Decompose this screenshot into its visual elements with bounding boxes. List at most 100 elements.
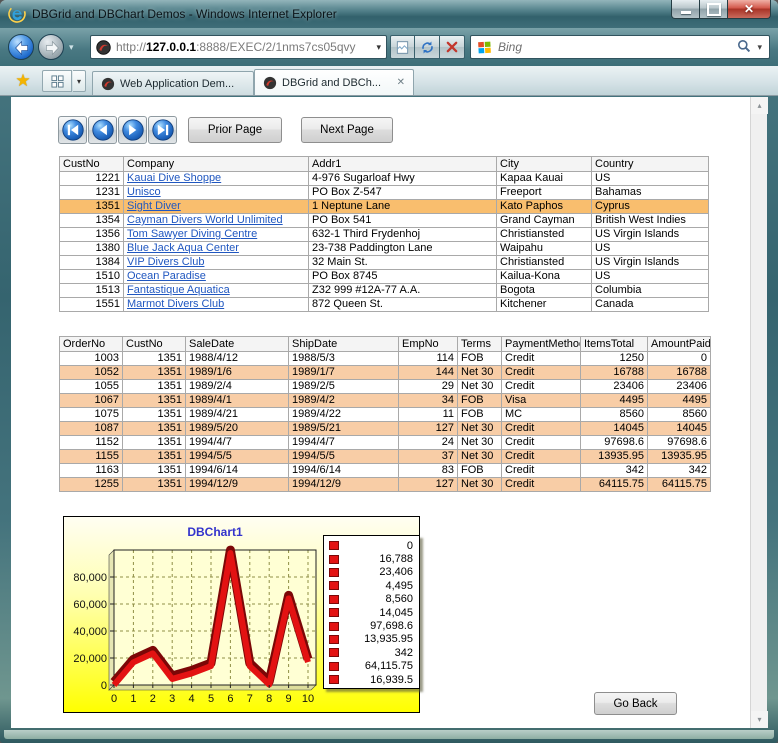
orders-column-header: AmountPaid [648, 337, 711, 352]
svg-text:7: 7 [247, 693, 253, 705]
stop-button[interactable] [440, 35, 465, 59]
svg-text:4: 4 [189, 693, 195, 705]
svg-text:10: 10 [302, 693, 314, 705]
tab-list-caret[interactable] [73, 70, 86, 92]
search-icon[interactable] [736, 38, 752, 57]
go-back-button[interactable]: Go Back [594, 692, 677, 715]
tab-close-icon[interactable] [391, 77, 405, 88]
table-row[interactable]: 1384VIP Divers Club32 Main St.Christians… [60, 256, 709, 270]
quick-tabs-button[interactable] [42, 70, 72, 92]
scroll-down-arrow-icon[interactable] [751, 711, 768, 728]
legend-value: 0 [407, 540, 413, 552]
bing-provider-icon [477, 40, 492, 55]
tab-favicon [263, 76, 277, 90]
last-record-button[interactable] [148, 116, 177, 144]
orders-column-header: Terms [458, 337, 502, 352]
tab-label: DBGrid and DBCh... [282, 77, 381, 89]
table-row[interactable]: 107513511989/4/211989/4/2211FOBMC8560856… [60, 408, 711, 422]
table-row[interactable]: 1513Fantastique AquaticaZ32 999 #12A-77 … [60, 284, 709, 298]
window-title: DBGrid and DBChart Demos - Windows Inter… [32, 7, 337, 21]
restore-button[interactable] [700, 0, 728, 19]
legend-swatch-icon [329, 608, 339, 617]
prior-page-button[interactable]: Prior Page [188, 117, 282, 143]
orders-column-header: CustNo [123, 337, 186, 352]
legend-item: 4,495 [324, 579, 419, 592]
customers-column-header: Company [124, 157, 309, 172]
table-row[interactable]: 115513511994/5/51994/5/537Net 30Credit13… [60, 450, 711, 464]
company-link[interactable]: Sight Diver [127, 200, 181, 212]
svg-text:3: 3 [169, 693, 175, 705]
company-link[interactable]: Marmot Divers Club [127, 298, 224, 310]
site-favicon [96, 40, 111, 55]
vertical-scrollbar[interactable] [750, 97, 767, 728]
company-link[interactable]: Fantastique Aquatica [127, 284, 230, 296]
address-bar: http://127.0.0.1:8888/EXEC/2/1nms7cs05qv… [0, 28, 778, 66]
legend-value: 4,495 [385, 580, 413, 592]
table-row[interactable]: 1551Marmot Divers Club872 Queen St.Kitch… [60, 298, 709, 312]
search-options-caret[interactable] [757, 42, 762, 53]
table-row[interactable]: 1354Cayman Divers World UnlimitedPO Box … [60, 214, 709, 228]
legend-swatch-icon [329, 581, 339, 590]
url-field[interactable]: http://127.0.0.1:8888/EXEC/2/1nms7cs05qv… [90, 35, 387, 59]
next-page-button[interactable]: Next Page [301, 117, 393, 143]
table-row[interactable]: 1351Sight Diver1 Neptune LaneKato Paphos… [60, 200, 709, 214]
svg-text:0: 0 [111, 693, 117, 705]
tab-bar: Web Application Dem... DBGrid and DBCh..… [0, 66, 778, 96]
table-row[interactable]: 116313511994/6/141994/6/1483FOBCredit342… [60, 464, 711, 478]
legend-swatch-icon [329, 622, 339, 631]
tab-dbgrid-dbchart[interactable]: DBGrid and DBCh... [254, 69, 414, 95]
title-bar: DBGrid and DBChart Demos - Windows Inter… [0, 0, 778, 28]
tab-web-application-demos[interactable]: Web Application Dem... [92, 71, 254, 95]
table-row[interactable]: 100313511988/4/121988/5/3114FOBCredit125… [60, 352, 711, 366]
back-button[interactable] [8, 34, 34, 60]
company-link[interactable]: VIP Divers Club [127, 256, 204, 268]
table-row[interactable]: 105213511989/1/61989/1/7144Net 30Credit1… [60, 366, 711, 380]
company-link[interactable]: Kauai Dive Shoppe [127, 172, 221, 184]
svg-text:80,000: 80,000 [73, 572, 107, 584]
minimize-button[interactable] [671, 0, 700, 19]
recent-pages-caret[interactable] [69, 42, 74, 53]
customers-grid: CustNoCompanyAddr1CityCountry 1221Kauai … [59, 156, 709, 312]
table-row[interactable]: 108713511989/5/201989/5/21127Net 30Credi… [60, 422, 711, 436]
legend-swatch-icon [329, 541, 339, 550]
prior-record-button[interactable] [88, 116, 117, 144]
table-row[interactable]: 1510Ocean ParadisePO Box 8745Kailua-Kona… [60, 270, 709, 284]
scroll-up-arrow-icon[interactable] [751, 97, 768, 114]
company-link[interactable]: Tom Sawyer Diving Centre [127, 228, 257, 240]
next-record-button[interactable] [118, 116, 147, 144]
company-link[interactable]: Ocean Paradise [127, 270, 206, 282]
url-dropdown-caret[interactable] [376, 42, 381, 53]
company-link[interactable]: Blue Jack Aqua Center [127, 242, 239, 254]
table-row[interactable]: 1380Blue Jack Aqua Center23-738 Paddingt… [60, 242, 709, 256]
table-row[interactable]: 115213511994/4/71994/4/724Net 30Credit97… [60, 436, 711, 450]
close-button[interactable] [728, 0, 771, 19]
svg-text:8: 8 [266, 693, 272, 705]
table-row[interactable]: 125513511994/12/91994/12/9127Net 30Credi… [60, 478, 711, 492]
svg-text:1: 1 [130, 693, 136, 705]
url-path: :8888/EXEC/2/1nms7cs05qvy [196, 40, 355, 54]
page-content: Prior Page Next Page CustNoCompanyAddr1C… [11, 97, 750, 728]
first-record-button[interactable] [58, 116, 87, 144]
table-row[interactable]: 1221Kauai Dive Shoppe4-976 Sugarloaf Hwy… [60, 172, 709, 186]
refresh-button[interactable] [415, 35, 440, 59]
search-placeholder: Bing [498, 40, 522, 54]
favorites-button[interactable] [10, 69, 36, 93]
browser-window: DBGrid and DBChart Demos - Windows Inter… [0, 0, 778, 743]
table-row[interactable]: 106713511989/4/11989/4/234FOBVisa4495449… [60, 394, 711, 408]
company-link[interactable]: Unisco [127, 186, 161, 198]
orders-column-header: EmpNo [399, 337, 458, 352]
chart-legend: 016,78823,4064,4958,56014,04597,698.613,… [323, 535, 420, 689]
table-row[interactable]: 1356Tom Sawyer Diving Centre632-1 Third … [60, 228, 709, 242]
legend-swatch-icon [329, 675, 339, 684]
table-row[interactable]: 1231UniscoPO Box Z-547FreeportBahamas [60, 186, 709, 200]
search-box[interactable]: Bing [470, 35, 770, 59]
url-host: 127.0.0.1 [146, 40, 196, 54]
ie-logo-icon [8, 5, 26, 23]
table-row[interactable]: 105513511989/2/41989/2/529Net 30Credit23… [60, 380, 711, 394]
legend-value: 14,045 [379, 607, 413, 619]
compatibility-view-button[interactable] [390, 35, 415, 59]
legend-item: 8,560 [324, 593, 419, 606]
company-link[interactable]: Cayman Divers World Unlimited [127, 214, 283, 226]
forward-button-disabled[interactable] [38, 34, 64, 60]
dbchart: DBChart1 020,00040,00060,00080,000012345… [63, 516, 420, 713]
